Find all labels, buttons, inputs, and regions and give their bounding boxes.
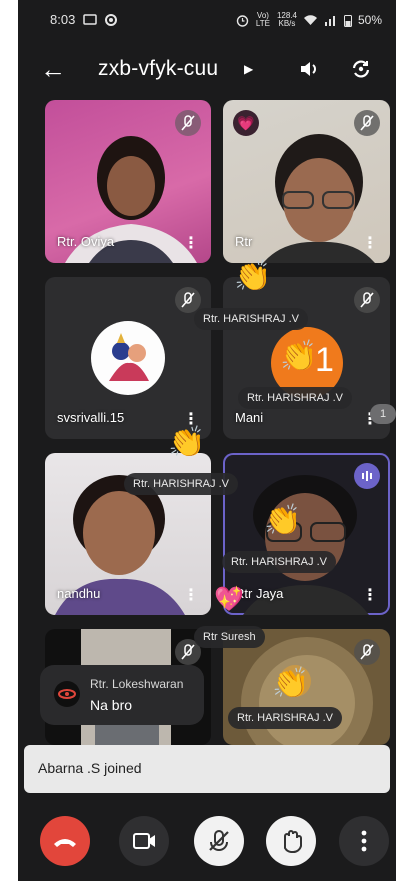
mic-off-icon xyxy=(175,110,201,136)
clap-reaction-icon: 👏 xyxy=(280,340,318,373)
participant-name: Mani xyxy=(235,410,264,425)
more-options-button[interactable] xyxy=(339,816,389,866)
camera-toggle-button[interactable] xyxy=(119,816,169,866)
raise-hand-button[interactable] xyxy=(266,816,316,866)
reaction-chip: Rtr Suresh xyxy=(194,626,265,648)
participant-tile[interactable]: Rtr. Oviya ⋮ xyxy=(45,100,211,263)
chat-sender: Rtr. Lokeshwaran xyxy=(90,677,184,691)
mic-toggle-button[interactable] xyxy=(194,816,244,866)
participant-name: Rtr xyxy=(235,234,253,249)
reaction-chip: Rtr. HARISHRAJ .V xyxy=(222,551,336,573)
more-options-icon[interactable]: ⋮ xyxy=(183,236,199,252)
reaction-chip: Rtr. HARISHRAJ .V xyxy=(124,473,238,495)
mic-off-icon xyxy=(209,830,229,851)
clap-reaction-icon: 👏 xyxy=(168,426,206,459)
join-toast: Abarna .S joined xyxy=(24,745,390,793)
more-options-icon[interactable]: ⋮ xyxy=(183,412,199,428)
network-speed: 128.4 KB/s xyxy=(277,12,297,28)
status-bar: 8:03 Vo) LTE 128.4 KB/s 50% xyxy=(18,0,396,38)
battery-icon xyxy=(343,14,352,27)
participant-name: Rtr. Oviya xyxy=(57,234,115,249)
battery-percent: 50% xyxy=(357,13,382,27)
more-options-icon[interactable]: ⋮ xyxy=(362,236,378,252)
wifi-icon xyxy=(303,15,317,25)
chevron-right-icon[interactable]: ▶ xyxy=(244,62,253,76)
avatar-image xyxy=(109,333,149,381)
status-time: 8:03 xyxy=(50,12,76,27)
back-arrow-icon[interactable]: ← xyxy=(40,54,66,85)
reaction-chip: Rtr. HARISHRAJ .V xyxy=(228,707,342,729)
reaction-chip: Rtr. HARISHRAJ .V xyxy=(238,387,352,409)
speaking-indicator-icon xyxy=(354,463,380,489)
record-icon xyxy=(105,13,118,26)
participant-tile[interactable]: svsrivalli.15 ⋮ xyxy=(45,277,211,439)
clap-reaction-icon: 👏 xyxy=(264,504,302,537)
end-call-button[interactable] xyxy=(40,816,90,866)
mic-off-icon xyxy=(354,639,380,665)
speaker-icon[interactable] xyxy=(296,56,322,82)
hang-up-icon xyxy=(54,839,76,847)
meeting-code[interactable]: zxb-vfyk-cuu xyxy=(98,57,218,81)
volte-indicator: Vo) LTE xyxy=(255,11,270,28)
chat-message-bubble[interactable]: Rtr. Lokeshwaran Na bro xyxy=(40,665,204,725)
mic-off-icon xyxy=(354,287,380,313)
clap-reaction-icon: 👏 xyxy=(272,667,310,700)
more-vertical-icon xyxy=(361,830,367,852)
heart-badge-icon: 💗 xyxy=(233,110,259,136)
more-options-icon[interactable]: ⋮ xyxy=(362,588,378,604)
participant-tile[interactable]: 💗 Rtr ⋮ xyxy=(223,100,390,263)
participant-tile-speaking[interactable]: Rtr Jaya ⋮ xyxy=(223,453,390,615)
video-camera-icon xyxy=(133,833,155,849)
heart-reaction-icon: 💖 xyxy=(214,586,244,613)
participant-name: nandhu xyxy=(57,586,101,601)
sender-avatar-logo xyxy=(58,689,76,699)
sender-avatar xyxy=(54,681,80,707)
signal-icon xyxy=(324,16,335,26)
toast-text: Abarna .S joined xyxy=(38,760,142,776)
reaction-count: 1 xyxy=(315,341,334,379)
switch-camera-icon[interactable] xyxy=(348,56,374,82)
more-options-icon[interactable]: ⋮ xyxy=(183,588,199,604)
meet-screen: 8:03 Vo) LTE 128.4 KB/s 50% ← zxb-vfyk-c… xyxy=(18,0,396,881)
participant-page-badge[interactable]: 1 xyxy=(370,404,396,424)
clap-reaction-icon: 👏 xyxy=(234,260,272,293)
mic-off-icon xyxy=(354,110,380,136)
meeting-header: ← zxb-vfyk-cuu ▶ xyxy=(18,48,396,92)
hand-icon xyxy=(284,830,302,853)
alarm-icon xyxy=(236,14,249,27)
mic-off-icon xyxy=(175,287,201,313)
avatar xyxy=(91,321,165,395)
network-speed-unit: KB/s xyxy=(278,19,296,28)
participant-name: svsrivalli.15 xyxy=(57,410,125,425)
chat-message: Na bro xyxy=(90,697,133,713)
cast-icon xyxy=(83,13,98,25)
reaction-chip: Rtr. HARISHRAJ .V xyxy=(194,308,308,330)
